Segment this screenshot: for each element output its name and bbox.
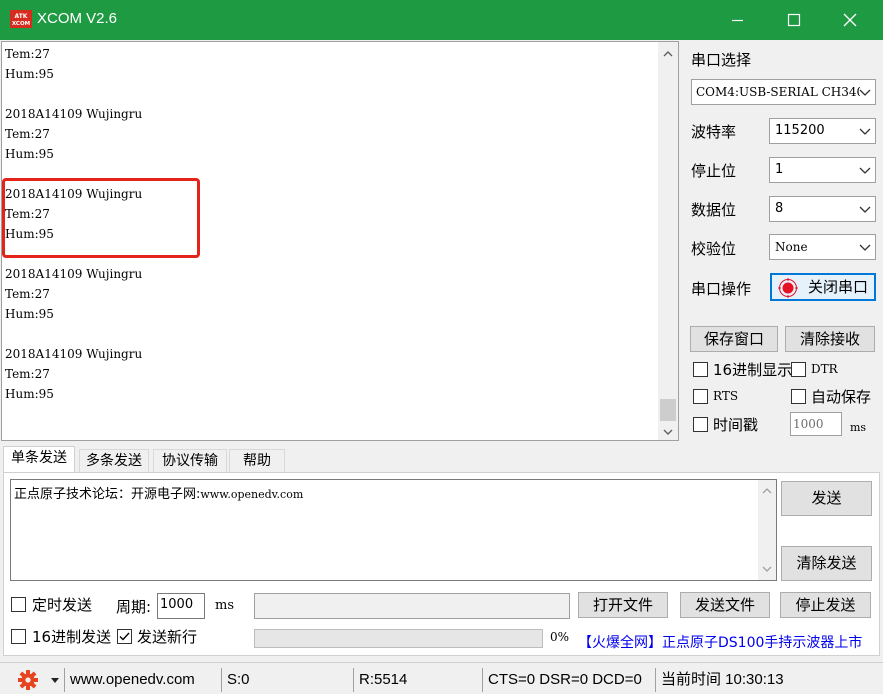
period-ms-label: ms	[215, 598, 234, 613]
baud-select[interactable]: 115200	[769, 118, 876, 144]
timed-send-label: 定时发送	[32, 596, 93, 614]
auto-save-label: 自动保存	[811, 388, 872, 406]
rts-label: RTS	[713, 389, 739, 403]
chevron-down-icon	[859, 167, 871, 174]
auto-save-checkbox[interactable]	[791, 389, 806, 404]
serial-settings-panel: 串口选择 COM4:USB-SERIAL CH340 波特率 115200 停止…	[680, 41, 883, 441]
timed-send-checkbox[interactable]	[11, 597, 26, 612]
send-file-button[interactable]: 发送文件	[680, 592, 770, 618]
timestamp-checkbox[interactable]	[693, 417, 708, 432]
stop-send-button[interactable]: 停止发送	[780, 592, 871, 618]
clear-receive-button[interactable]: 清除接收	[785, 326, 875, 352]
parity-select[interactable]: None	[769, 234, 876, 260]
close-button[interactable]	[821, 0, 877, 40]
minimize-button[interactable]	[709, 0, 765, 40]
highlight-annotation	[2, 178, 200, 258]
minimize-icon	[732, 19, 743, 22]
port-select[interactable]: COM4:USB-SERIAL CH340	[691, 79, 876, 105]
rts-checkbox[interactable]	[693, 389, 708, 404]
hex-send-checkbox[interactable]	[11, 629, 26, 644]
chevron-down-icon	[859, 128, 871, 135]
send-button[interactable]: 发送	[781, 481, 872, 516]
port-select-label: 串口选择	[691, 51, 752, 69]
baud-label: 波特率	[691, 123, 737, 141]
period-label: 周期:	[116, 598, 152, 616]
record-icon	[778, 278, 798, 298]
status-url[interactable]: www.openedv.com	[64, 668, 218, 692]
scroll-down-icon[interactable]	[658, 422, 678, 442]
save-window-button[interactable]: 保存窗口	[690, 326, 778, 352]
status-current-time: 当前时间 10:30:13	[655, 668, 880, 692]
progress-percent: 0%	[550, 630, 570, 644]
dropdown-arrow-icon[interactable]	[51, 678, 59, 684]
gear-icon[interactable]	[17, 669, 39, 691]
window-title: XCOM V2.6	[37, 10, 118, 27]
stopbits-select[interactable]: 1	[769, 157, 876, 183]
close-icon	[843, 13, 857, 27]
hex-send-label: 16进制发送	[32, 628, 112, 646]
status-line-states: CTS=0 DSR=0 DCD=0	[482, 668, 653, 692]
dtr-checkbox[interactable]	[791, 362, 806, 377]
parity-value: None	[775, 240, 808, 254]
scroll-thumb[interactable]	[660, 399, 676, 421]
hex-display-label: 16进制显示	[713, 361, 793, 379]
timestamp-interval-input[interactable]: 1000	[790, 412, 842, 436]
send-progress-bar	[254, 629, 543, 648]
receive-scrollbar[interactable]	[658, 42, 678, 440]
timestamp-label: 时间戳	[713, 416, 759, 434]
timestamp-ms-label: ms	[850, 421, 867, 434]
scroll-up-icon[interactable]	[658, 44, 678, 64]
parity-label: 校验位	[691, 240, 737, 258]
stopbits-label: 停止位	[691, 162, 737, 180]
port-op-label: 串口操作	[691, 280, 752, 298]
checkmark-icon	[119, 632, 130, 641]
tab-help[interactable]: 帮助	[229, 449, 285, 472]
send-input[interactable]: 正点原子技术论坛：开源电子网:www.openedv.com	[10, 479, 777, 581]
status-received-count: R:5514	[353, 668, 481, 692]
databits-select[interactable]: 8	[769, 196, 876, 222]
status-sent-count: S:0	[221, 668, 351, 692]
receive-area[interactable]: Tem:27 Hum:95 2018A14109 Wujingru Tem:27…	[1, 41, 679, 441]
port-select-value: COM4:USB-SERIAL CH340	[696, 85, 860, 99]
send-newline-checkbox[interactable]	[117, 629, 132, 644]
send-newline-label: 发送新行	[137, 628, 198, 646]
close-port-button[interactable]: 关闭串口	[770, 273, 876, 301]
open-file-button[interactable]: 打开文件	[578, 592, 668, 618]
tab-single-send[interactable]: 单条发送	[3, 446, 75, 473]
send-scrollbar[interactable]	[758, 480, 776, 580]
dtr-label: DTR	[811, 362, 838, 376]
baud-value: 115200	[775, 123, 825, 138]
send-text: 正点原子技术论坛：开源电子网:www.openedv.com	[14, 487, 304, 502]
scroll-up-icon[interactable]	[758, 482, 776, 500]
chevron-down-icon	[859, 244, 871, 251]
maximize-button[interactable]	[765, 0, 821, 40]
stopbits-value: 1	[775, 162, 784, 177]
ad-link[interactable]: 【火爆全网】正点原子DS100手持示波器上市	[578, 632, 862, 652]
maximize-icon	[787, 13, 801, 27]
hex-display-checkbox[interactable]	[693, 362, 708, 377]
app-logo-icon: ATK XCOM	[10, 10, 32, 28]
period-input[interactable]: 1000	[157, 593, 205, 619]
file-path-input[interactable]	[254, 593, 570, 619]
chevron-down-icon	[859, 206, 871, 213]
close-port-label: 关闭串口	[808, 278, 869, 296]
tab-protocol[interactable]: 协议传输	[153, 449, 227, 472]
databits-label: 数据位	[691, 201, 737, 219]
status-bar: www.openedv.com S:0 R:5514 CTS=0 DSR=0 D…	[0, 662, 883, 694]
tab-multi-send[interactable]: 多条发送	[79, 449, 149, 472]
scroll-down-icon[interactable]	[758, 560, 776, 578]
clear-send-button[interactable]: 清除发送	[781, 546, 872, 581]
svg-text:XCOM: XCOM	[12, 21, 30, 27]
databits-value: 8	[775, 201, 784, 216]
chevron-down-icon	[859, 89, 871, 96]
title-bar: ATK XCOM XCOM V2.6	[0, 0, 883, 40]
svg-text:ATK: ATK	[15, 13, 28, 20]
